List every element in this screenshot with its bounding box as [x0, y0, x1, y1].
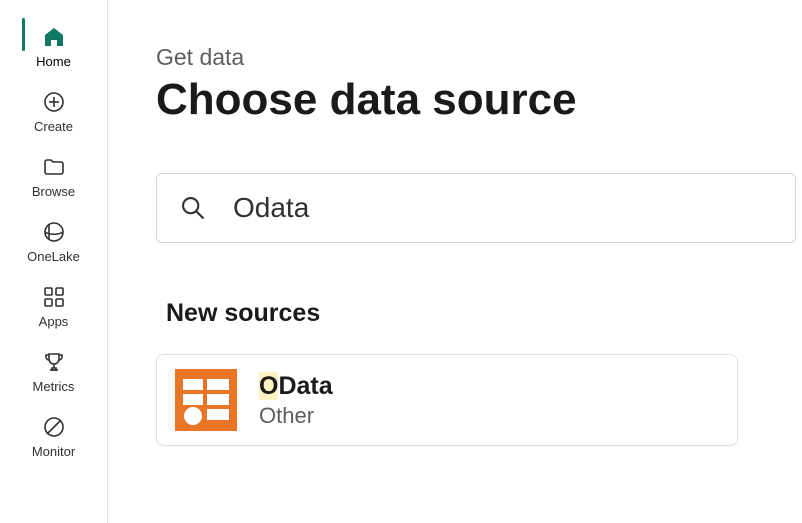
sidebar-item-create[interactable]: Create [0, 79, 107, 144]
apps-icon [41, 284, 67, 310]
sidebar-item-home[interactable]: Home [0, 14, 107, 79]
card-subtitle: Other [259, 403, 333, 429]
sidebar-item-label: Home [36, 54, 71, 69]
sidebar-item-label: Browse [32, 184, 75, 199]
search-input[interactable] [233, 192, 773, 224]
odata-icon [175, 369, 237, 431]
plus-circle-icon [41, 89, 67, 115]
section-heading-new-sources: New sources [166, 299, 802, 328]
sidebar-item-label: Apps [39, 314, 69, 329]
data-source-card-odata[interactable]: OData Other [156, 354, 738, 446]
sidebar-item-label: Metrics [33, 379, 75, 394]
main-content: Get data Choose data source New sources … [108, 0, 802, 523]
sidebar-item-label: Monitor [32, 444, 75, 459]
home-icon [41, 24, 67, 50]
sidebar-item-browse[interactable]: Browse [0, 144, 107, 209]
page-title: Choose data source [156, 75, 802, 125]
sidebar-item-label: Create [34, 119, 73, 134]
sidebar-item-onelake[interactable]: OneLake [0, 209, 107, 274]
sidebar-item-metrics[interactable]: Metrics [0, 339, 107, 404]
monitor-icon [41, 414, 67, 440]
onelake-icon [41, 219, 67, 245]
breadcrumb: Get data [156, 44, 802, 71]
sidebar: Home Create Browse OneLake Apps Metrics [0, 0, 108, 523]
search-box[interactable] [156, 173, 796, 243]
sidebar-item-label: OneLake [27, 249, 80, 264]
trophy-icon [41, 349, 67, 375]
sidebar-item-apps[interactable]: Apps [0, 274, 107, 339]
card-title: OData [259, 371, 333, 401]
folder-icon [41, 154, 67, 180]
search-icon [179, 194, 207, 222]
card-text: OData Other [259, 371, 333, 429]
sidebar-item-monitor[interactable]: Monitor [0, 404, 107, 469]
